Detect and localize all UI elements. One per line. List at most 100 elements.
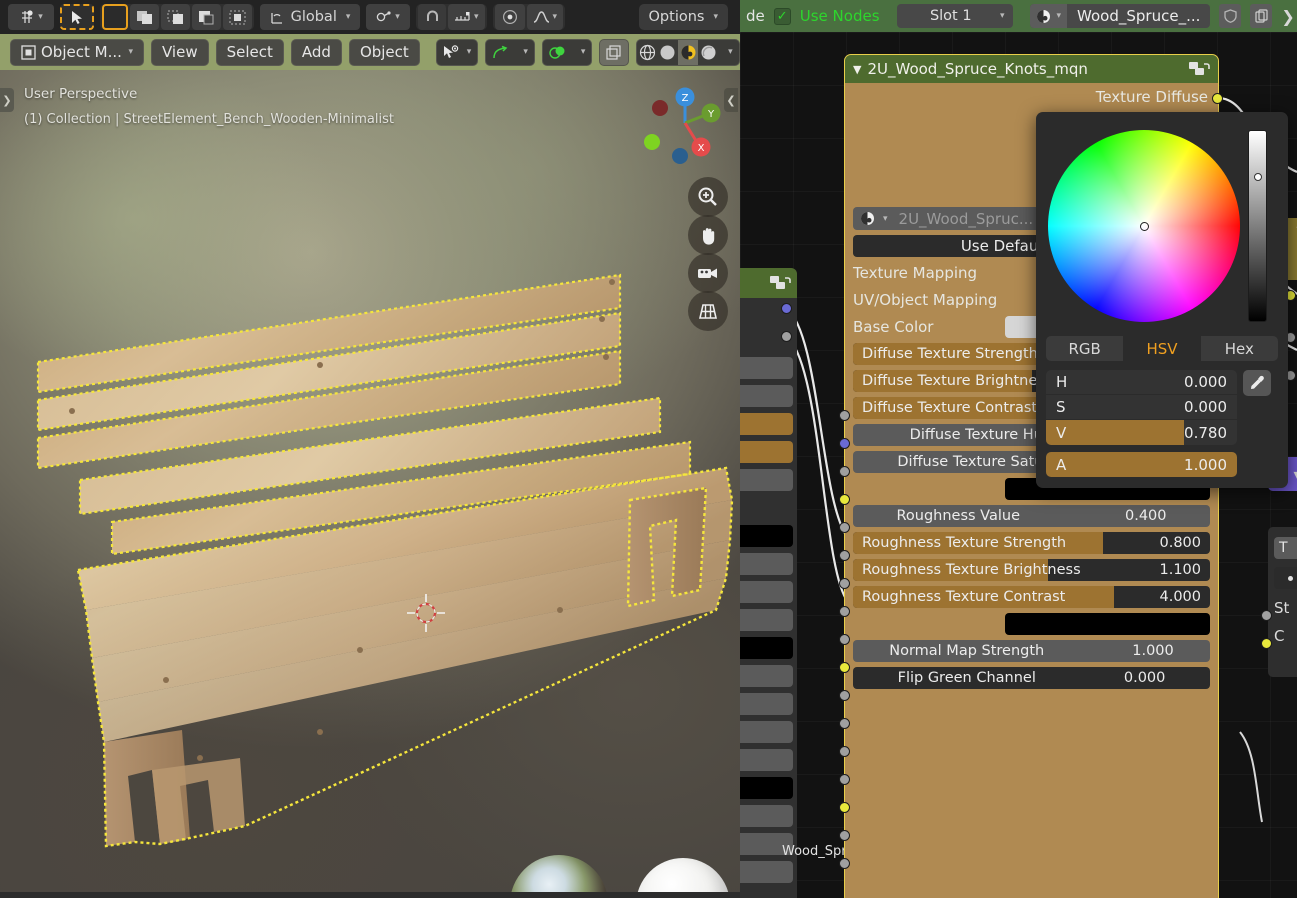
cursor-select-tool-button[interactable]	[60, 4, 94, 30]
left-node-row[interactable]: )	[740, 690, 797, 718]
left-node-row[interactable]: )	[740, 858, 797, 886]
node-row-roughness-value[interactable]: Roughness Value 0.400	[845, 502, 1218, 529]
color-mode-tabs[interactable]: RGB HSV Hex	[1046, 336, 1278, 361]
menu-add[interactable]: Add	[290, 38, 342, 66]
value-slider-cursor[interactable]	[1253, 172, 1262, 181]
viewport-3d[interactable]: ❯ ❮ User Perspective (1) Collection | St…	[0, 70, 740, 898]
left-node-swatch[interactable]	[740, 637, 793, 659]
toggle-perspective-icon[interactable]	[688, 291, 728, 331]
transform-orientation-button[interactable]: Global ▾	[260, 4, 360, 30]
socket-use-default-values[interactable]	[839, 410, 850, 421]
left-node-row[interactable]: 0	[740, 438, 797, 466]
bench-object[interactable]	[0, 70, 740, 898]
options-button[interactable]: Options ▾	[638, 4, 728, 30]
left-node-row[interactable]: )	[740, 606, 797, 634]
color-picker-popup[interactable]: RGB HSV Hex H 0.000 S 0.000 V 0.780 A 1.…	[1036, 112, 1288, 488]
shading-wireframe-button[interactable]	[637, 40, 657, 65]
snap-increment-icon[interactable]: ▾	[448, 4, 485, 30]
shading-solid-button[interactable]	[658, 40, 678, 65]
toggle-xray-button[interactable]	[599, 38, 630, 66]
show-overlays-button[interactable]: ▾	[541, 38, 593, 66]
mode-selector-button[interactable]: Object M... ▾	[10, 38, 144, 66]
shading-mode-group[interactable]: ▾	[636, 38, 740, 66]
node-row-roughness-texture-strength[interactable]: Roughness Texture Strength 0.800	[845, 529, 1218, 556]
left-node-value[interactable]: )	[740, 609, 793, 631]
left-node-value[interactable]: )	[740, 553, 793, 575]
left-node-row[interactable]: 5	[740, 662, 797, 690]
alpha-field[interactable]: A 1.000	[1046, 452, 1237, 477]
proportional-group[interactable]: ▾	[492, 4, 566, 30]
chevron-right-icon[interactable]: ❯	[1281, 7, 1294, 26]
socket-normal-color[interactable]	[839, 802, 850, 813]
snapping-group[interactable]: ▾	[416, 4, 487, 30]
socket-roughness-texture-contrast[interactable]	[839, 774, 850, 785]
select-mode-group[interactable]	[100, 4, 254, 30]
roughness-texture-contrast-slider[interactable]: Roughness Texture Contrast 4.000	[853, 585, 1210, 608]
socket-input[interactable]	[1261, 610, 1272, 621]
menu-object[interactable]: Object	[348, 38, 420, 66]
socket-diffuse-texture-contrast[interactable]	[839, 578, 850, 589]
magnet-toggle-icon[interactable]	[418, 4, 446, 30]
left-node-swatch[interactable]	[740, 525, 793, 547]
navigation-gizmo[interactable]: Z Y X	[642, 80, 728, 166]
socket-roughness-texture-brightness[interactable]	[839, 746, 850, 757]
socket-roughness-color[interactable]	[839, 662, 850, 673]
node-row-flip-green-channel[interactable]: Flip Green Channel 0.000	[845, 664, 1218, 691]
left-node-value[interactable]: 0	[740, 469, 793, 491]
left-node-value[interactable]: )	[740, 749, 793, 771]
node-group-icon[interactable]	[1188, 60, 1210, 78]
left-node-value[interactable]: 5	[740, 665, 793, 687]
menu-select[interactable]: Select	[215, 38, 284, 66]
left-node-row[interactable]: )	[740, 550, 797, 578]
left-node-value[interactable]: 0	[740, 441, 793, 463]
select-difference-icon[interactable]	[192, 4, 221, 30]
left-node-row[interactable]: )	[740, 718, 797, 746]
socket-roughness-texture-strength[interactable]	[839, 718, 850, 729]
socket-diffuse-texture-brightness[interactable]	[839, 550, 850, 561]
new-material-copy-icon[interactable]	[1250, 4, 1273, 28]
socket-flip-green-channel[interactable]	[839, 858, 850, 869]
left-node-row[interactable]: )	[740, 802, 797, 830]
left-node-value[interactable]: 0	[740, 385, 793, 407]
left-clipped-node[interactable]: ng ng 4 0 0 0 0 ) ) ) 5 ) ) ) ) ) )	[740, 268, 797, 898]
left-node-row[interactable]: )	[740, 578, 797, 606]
select-extend-icon[interactable]	[130, 4, 159, 30]
pan-hand-icon[interactable]	[688, 215, 728, 255]
use-nodes-checkbox[interactable]: ✓	[773, 7, 791, 25]
socket-uv-object-mapping[interactable]	[839, 466, 850, 477]
socket-normal-map-strength[interactable]	[839, 830, 850, 841]
left-node-row[interactable]: 0	[740, 382, 797, 410]
left-node-row[interactable]: 0	[740, 410, 797, 438]
socket-texture-mapping[interactable]	[839, 438, 850, 449]
zoom-icon[interactable]	[688, 177, 728, 217]
left-node-swatch[interactable]	[740, 777, 793, 799]
left-node-value[interactable]: )	[740, 721, 793, 743]
left-node-value[interactable]: )	[740, 693, 793, 715]
fake-user-shield-icon[interactable]	[1219, 4, 1242, 28]
color-wheel[interactable]	[1048, 130, 1240, 322]
socket-diffuse-texture-strength[interactable]	[839, 522, 850, 533]
select-box-new-icon[interactable]	[102, 4, 128, 30]
pivot-point-button[interactable]: ▾	[366, 4, 410, 30]
roughness-value-slider[interactable]: Roughness Value 0.400	[853, 504, 1210, 527]
socket-diffuse-texture-saturation[interactable]	[839, 634, 850, 645]
left-node-row[interactable]: 0	[740, 466, 797, 494]
socket-roughness-value[interactable]	[839, 690, 850, 701]
left-node-row[interactable]	[740, 634, 797, 662]
tab-hsv[interactable]: HSV	[1123, 336, 1201, 361]
left-node-value[interactable]: )	[740, 805, 793, 827]
left-node-value[interactable]: )	[740, 861, 793, 883]
normal-map-strength-slider[interactable]: Normal Map Strength 1.000	[853, 639, 1210, 662]
socket-diffuse-texture-hue[interactable]	[839, 606, 850, 617]
left-node-row[interactable]	[740, 774, 797, 802]
tab-rgb[interactable]: RGB	[1046, 336, 1123, 361]
node-title-bar[interactable]: ▼ 2U_Wood_Spruce_Knots_mqn	[845, 55, 1218, 83]
tab-hex[interactable]: Hex	[1201, 336, 1278, 361]
normal-color-swatch[interactable]	[1005, 612, 1210, 635]
shading-options-chevron[interactable]: ▾	[719, 40, 739, 65]
left-node-row[interactable]: 4	[740, 354, 797, 382]
object-visibility-button[interactable]: ▾	[435, 38, 479, 66]
socket-input[interactable]	[1261, 638, 1272, 649]
hsv-field-v[interactable]: V 0.780	[1046, 420, 1237, 445]
value-slider[interactable]	[1248, 130, 1267, 322]
